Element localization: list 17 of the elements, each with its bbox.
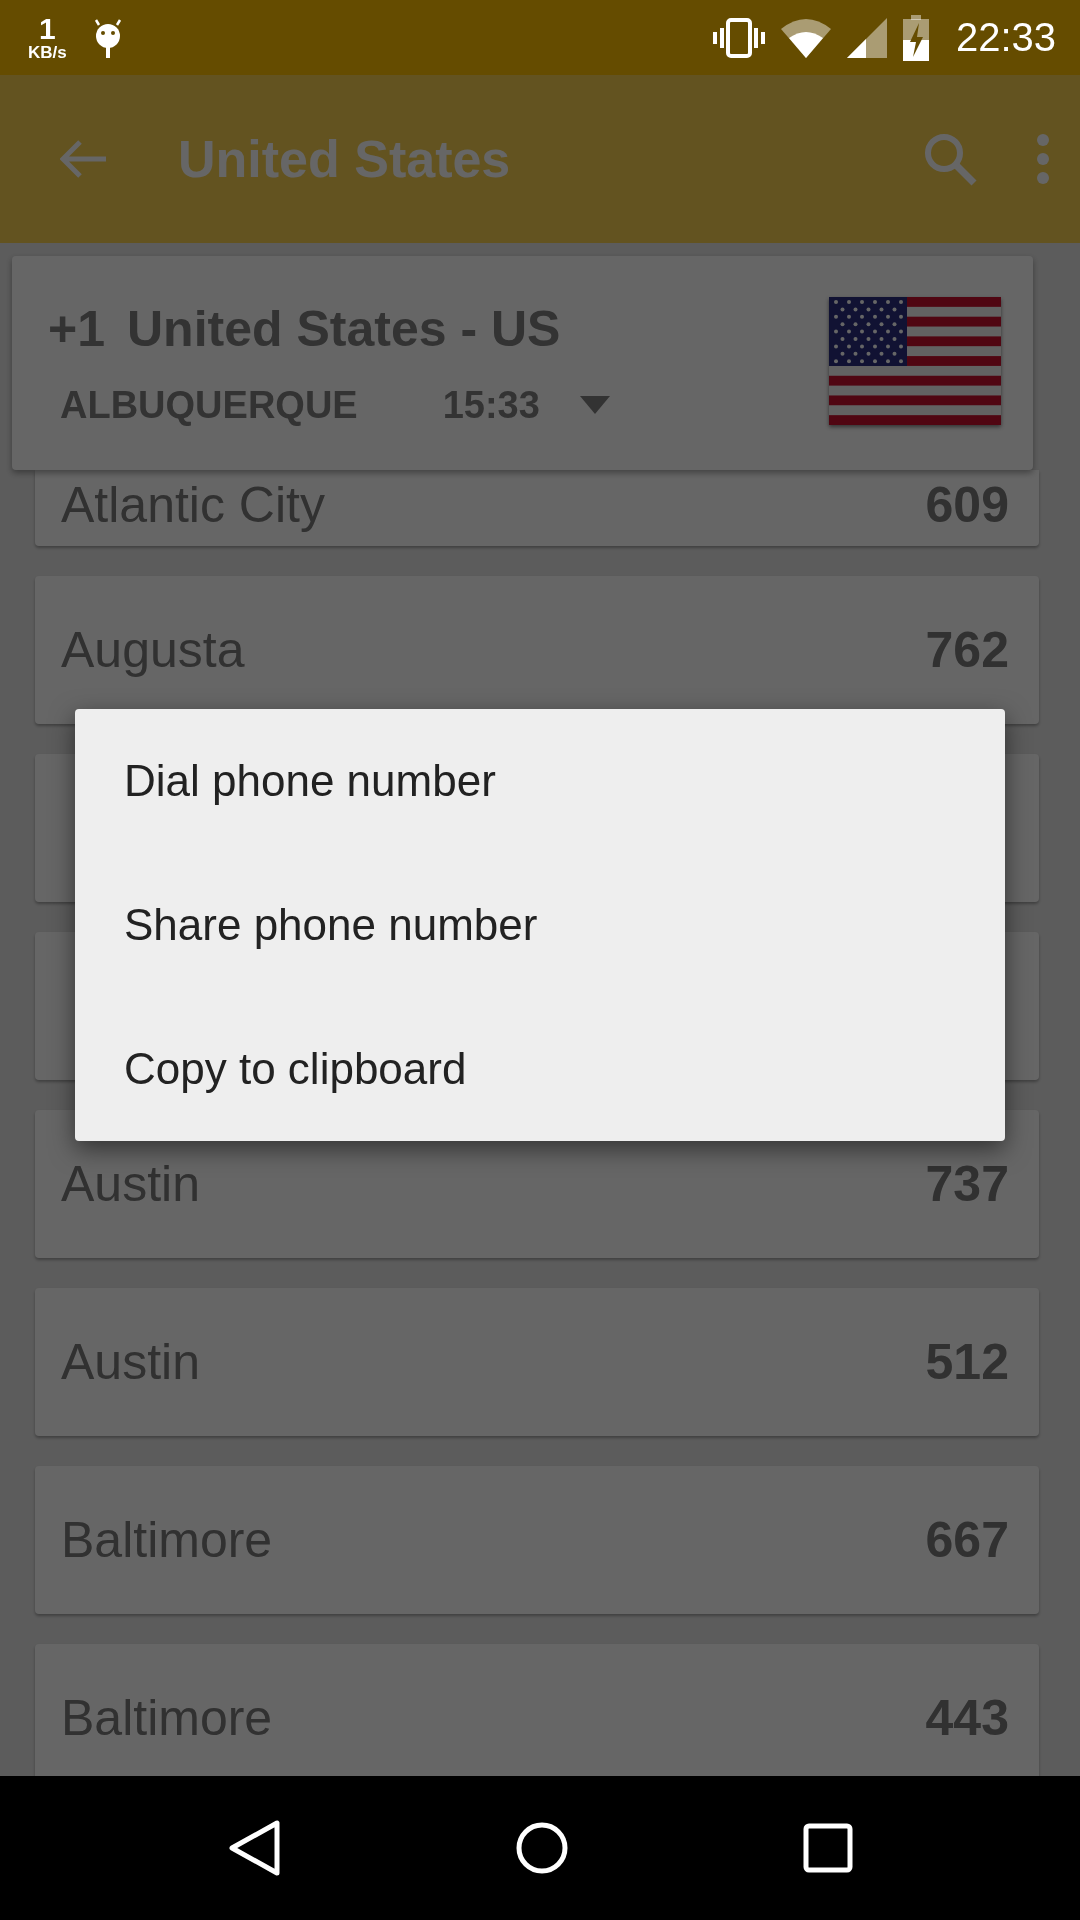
battery-charging-icon: [901, 14, 930, 61]
network-speed-value: 1: [39, 14, 56, 44]
vibrate-icon: [711, 15, 766, 60]
menu-item[interactable]: Share phone number: [75, 853, 1005, 997]
wifi-icon: [779, 16, 832, 59]
recent-apps-icon[interactable]: [803, 1823, 853, 1873]
clock: 22:33: [955, 15, 1056, 60]
dropdown-caret-icon[interactable]: [579, 396, 610, 414]
flag-icon: [829, 297, 1001, 425]
more-options-icon[interactable]: [1036, 134, 1050, 184]
search-icon[interactable]: [922, 131, 978, 187]
home-icon[interactable]: [515, 1821, 569, 1875]
network-speed-unit: KB/s: [28, 44, 67, 61]
back-icon[interactable]: [227, 1819, 281, 1877]
screen-title: United States: [178, 129, 512, 189]
back-arrow-icon[interactable]: [60, 139, 108, 179]
signal-icon: [845, 16, 888, 59]
